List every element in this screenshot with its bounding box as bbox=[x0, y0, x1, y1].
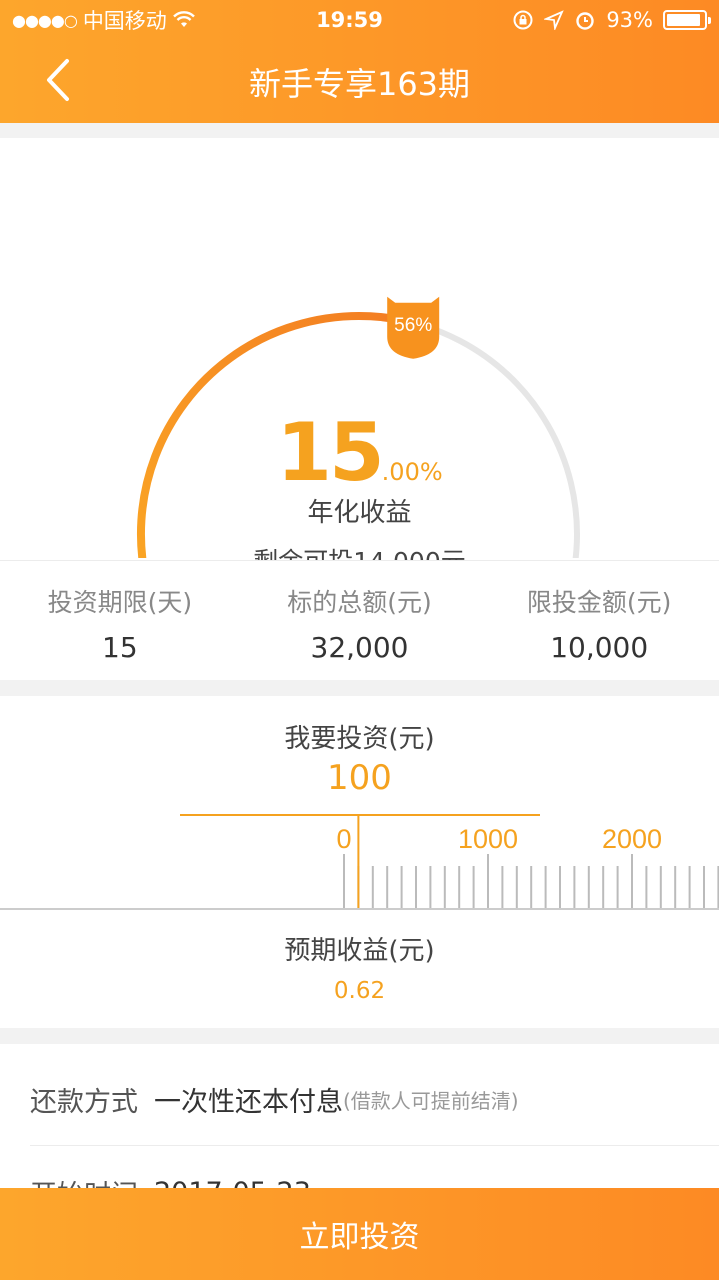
stat-label: 投资期限(天) bbox=[47, 588, 193, 617]
status-left: ●●●●○ 中国移动 bbox=[12, 5, 272, 35]
signal-icon: ●●●●○ bbox=[12, 10, 78, 30]
stat-label: 标的总额(元) bbox=[287, 588, 432, 617]
rate-label: 年化收益 bbox=[307, 498, 412, 528]
yield-value: 0.62 bbox=[333, 978, 386, 1004]
ruler-tick-label: 1000 bbox=[458, 824, 518, 854]
stat-value: 32,000 bbox=[310, 631, 409, 664]
annual-rate: 15.00% bbox=[0, 406, 719, 499]
rotation-lock-icon bbox=[513, 10, 533, 30]
stat-total: 标的总额(元) 32,000 bbox=[240, 561, 480, 680]
status-bar: ●●●●○ 中国移动 19:59 93% bbox=[0, 0, 719, 40]
page-title: 新手专享163期 bbox=[248, 64, 471, 103]
stat-value: 15 bbox=[102, 631, 138, 664]
alarm-icon bbox=[576, 12, 595, 30]
wifi-icon bbox=[172, 11, 195, 27]
rate-integer: 15 bbox=[276, 406, 384, 499]
stats-row: 投资期限(天) 15 标的总额(元) 32,000 限投金额(元) 10,000 bbox=[0, 560, 719, 680]
stat-value: 10,000 bbox=[550, 631, 649, 664]
ruler-tick-label: 0 bbox=[336, 824, 351, 854]
stat-label: 限投金额(元) bbox=[526, 588, 672, 617]
carrier-label: 中国移动 bbox=[82, 9, 167, 33]
location-icon bbox=[544, 10, 565, 30]
invest-card: 我要投资(元) 100 0 1000 2000 预期收益(元) 0.62 bbox=[0, 696, 719, 1028]
repay-note: (借款人可提前结清) bbox=[343, 1089, 519, 1113]
status-time: 19:59 bbox=[316, 8, 383, 32]
yield-label: 预期收益(元) bbox=[284, 936, 435, 966]
progress-label: 56% bbox=[394, 315, 432, 336]
progress-badge: 56% bbox=[387, 296, 440, 359]
ruler-tick-label: 2000 bbox=[602, 824, 662, 854]
repay-value: 一次性还本付息 bbox=[154, 1087, 343, 1118]
battery-percent: 93% bbox=[606, 8, 653, 32]
invest-label: 我要投资(元) bbox=[284, 724, 435, 754]
status-right: 93% bbox=[467, 8, 711, 32]
rate-decimal: .00% bbox=[381, 458, 443, 486]
stat-limit: 限投金额(元) 10,000 bbox=[479, 561, 719, 680]
chevron-left-icon bbox=[47, 59, 69, 101]
nav-bar: 新手专享163期 bbox=[0, 40, 719, 123]
repay-method-row: 还款方式 一次性还本付息 (借款人可提前结清) bbox=[30, 1054, 719, 1146]
stat-term: 投资期限(天) 15 bbox=[0, 561, 240, 680]
invest-now-button[interactable]: 立即投资 bbox=[0, 1188, 719, 1280]
ruler-baseline bbox=[0, 908, 719, 910]
back-button[interactable] bbox=[34, 56, 82, 104]
repay-key: 还款方式 bbox=[30, 1087, 138, 1118]
invest-amount-input[interactable]: 100 bbox=[0, 758, 719, 798]
battery-icon bbox=[663, 10, 711, 30]
amount-ruler-slider[interactable]: 0 1000 2000 bbox=[0, 814, 719, 910]
battery-fill bbox=[667, 14, 701, 26]
